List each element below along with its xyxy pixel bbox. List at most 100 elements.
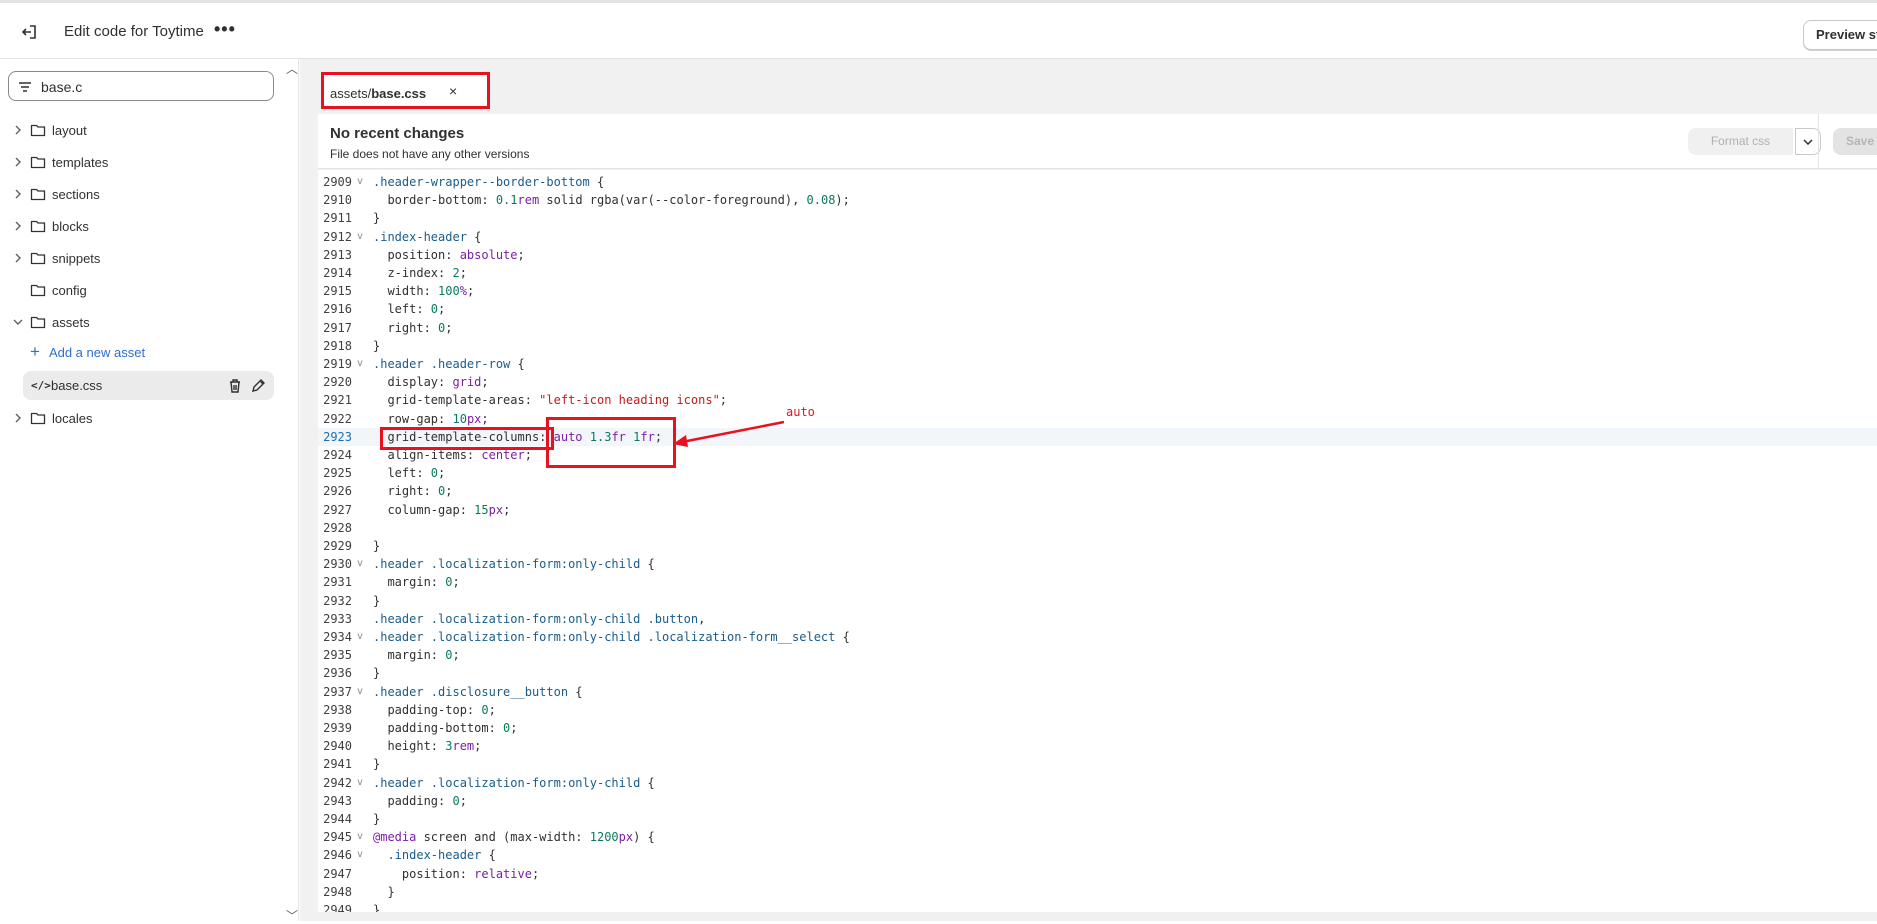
code-line[interactable]: 2948 } bbox=[318, 883, 1877, 901]
sidebar-item-locales[interactable]: locales bbox=[0, 404, 280, 432]
code-text: padding-top: 0; bbox=[373, 702, 496, 717]
code-line[interactable]: 2915 width: 100%; bbox=[318, 282, 1877, 300]
horizontal-scrollbar[interactable] bbox=[318, 912, 1877, 921]
code-line[interactable]: 2932} bbox=[318, 592, 1877, 610]
fold-icon[interactable]: v bbox=[357, 173, 363, 191]
code-line[interactable]: 2930 v .header .localization-form:only-chi… bbox=[318, 555, 1877, 573]
code-line[interactable]: 2926 right: 0; bbox=[318, 482, 1877, 500]
code-line[interactable]: 2933 .header .localization-form:only-chil… bbox=[318, 610, 1877, 628]
preview-store-button[interactable]: Preview sto bbox=[1803, 20, 1877, 50]
fold-icon[interactable]: v bbox=[357, 555, 363, 573]
folder-icon bbox=[30, 187, 46, 201]
code-editor[interactable]: 2909 v .header-wrapper--border-bottom {291… bbox=[318, 170, 1877, 912]
code-line[interactable]: 2944} bbox=[318, 810, 1877, 828]
fold-icon[interactable]: v bbox=[357, 774, 363, 792]
code-line[interactable]: 2945 v @media screen and (max-width: 1200p… bbox=[318, 828, 1877, 846]
save-button[interactable]: Save bbox=[1833, 128, 1877, 155]
code-line[interactable]: 2918} bbox=[318, 337, 1877, 355]
code-text: } bbox=[373, 666, 381, 681]
version-info-bar: No recent changes File does not have any… bbox=[318, 114, 1877, 169]
exit-icon[interactable] bbox=[18, 21, 40, 43]
code-line[interactable]: 2941} bbox=[318, 755, 1877, 773]
line-number: 2935 bbox=[323, 648, 352, 663]
line-number: 2943 bbox=[323, 793, 352, 808]
code-text: left: 0; bbox=[373, 466, 446, 481]
code-line[interactable]: 2909 v .header-wrapper--border-bottom { bbox=[318, 173, 1877, 191]
fold-icon[interactable]: v bbox=[357, 228, 363, 246]
code-line[interactable]: 2949} bbox=[318, 901, 1877, 912]
code-line[interactable]: 2927 column-gap: 15px; bbox=[318, 501, 1877, 519]
sidebar-item-layout[interactable]: layout bbox=[0, 116, 280, 144]
add-asset-label: Add a new asset bbox=[48, 344, 146, 360]
trash-icon[interactable] bbox=[228, 378, 242, 398]
code-line[interactable]: 2940 height: 3rem; bbox=[318, 737, 1877, 755]
changes-heading: No recent changes bbox=[330, 125, 465, 142]
search-input[interactable] bbox=[39, 76, 263, 98]
sidebar-item-sections[interactable]: sections bbox=[0, 180, 280, 208]
sidebar-item-blocks[interactable]: blocks bbox=[0, 212, 280, 240]
code-line[interactable]: 2913 position: absolute; bbox=[318, 246, 1877, 264]
code-line[interactable]: 2917 right: 0; bbox=[318, 319, 1877, 337]
chevron-right-icon[interactable] bbox=[12, 124, 24, 136]
scroll-up-icon[interactable]: ︿ bbox=[286, 60, 298, 77]
chevron-right-icon[interactable] bbox=[12, 156, 24, 168]
fold-icon[interactable]: v bbox=[357, 846, 363, 864]
code-line[interactable]: 2938 padding-top: 0; bbox=[318, 701, 1877, 719]
code-text: height: 3rem; bbox=[373, 739, 482, 754]
code-line[interactable]: 2931 margin: 0; bbox=[318, 573, 1877, 591]
sidebar-item-snippets[interactable]: snippets bbox=[0, 244, 280, 272]
code-line[interactable]: 2947 position: relative; bbox=[318, 865, 1877, 883]
code-line[interactable]: 2929} bbox=[318, 537, 1877, 555]
folder-icon bbox=[30, 123, 46, 137]
folder-icon bbox=[30, 411, 46, 425]
format-css-button[interactable]: Format css bbox=[1688, 128, 1793, 155]
chevron-down-icon[interactable] bbox=[12, 316, 24, 328]
code-line[interactable]: 2920 display: grid; bbox=[318, 373, 1877, 391]
code-line[interactable]: 2928 bbox=[318, 519, 1877, 537]
annotation-arrow bbox=[673, 420, 785, 447]
code-line[interactable]: 2946 v .index-header { bbox=[318, 846, 1877, 864]
fold-icon[interactable]: v bbox=[357, 828, 363, 846]
code-line[interactable]: 2936} bbox=[318, 664, 1877, 682]
more-actions-icon[interactable]: ••• bbox=[214, 19, 236, 40]
folder-icon bbox=[30, 219, 46, 233]
code-line[interactable]: 2939 padding-bottom: 0; bbox=[318, 719, 1877, 737]
pencil-icon[interactable] bbox=[251, 378, 266, 398]
toolbar-divider bbox=[1818, 114, 1819, 169]
add-asset-link[interactable]: + Add a new asset bbox=[30, 342, 145, 362]
code-line[interactable]: 2942 v .header .localization-form:only-chi… bbox=[318, 774, 1877, 792]
sidebar-item-label: assets bbox=[52, 314, 90, 330]
code-line[interactable]: 2921 grid-template-areas: "left-icon hea… bbox=[318, 391, 1877, 409]
code-line[interactable]: 2912 v .index-header { bbox=[318, 228, 1877, 246]
code-line[interactable]: 2943 padding: 0; bbox=[318, 792, 1877, 810]
file-search bbox=[8, 71, 274, 101]
sidebar-item-templates[interactable]: templates bbox=[0, 148, 280, 176]
code-line[interactable]: 2937 v .header .disclosure__button { bbox=[318, 683, 1877, 701]
sidebar-item-assets[interactable]: assets bbox=[0, 308, 280, 336]
line-number: 2938 bbox=[323, 702, 352, 717]
code-text: grid-template-areas: "left-icon heading … bbox=[373, 393, 728, 408]
line-number: 2927 bbox=[323, 502, 352, 517]
fold-icon[interactable]: v bbox=[357, 628, 363, 646]
chevron-right-icon[interactable] bbox=[12, 412, 24, 424]
code-text: } bbox=[373, 903, 381, 912]
chevron-right-icon[interactable] bbox=[12, 188, 24, 200]
chevron-right-icon[interactable] bbox=[12, 252, 24, 264]
code-line[interactable]: 2934 v .header .localization-form:only-chi… bbox=[318, 628, 1877, 646]
sidebar-item-config[interactable]: config bbox=[0, 276, 280, 304]
line-highlight-box bbox=[380, 427, 554, 450]
fold-icon[interactable]: v bbox=[357, 355, 363, 373]
code-line[interactable]: 2914 z-index: 2; bbox=[318, 264, 1877, 282]
code-line[interactable]: 2919 v .header .header-row { bbox=[318, 355, 1877, 373]
chevron-right-icon[interactable] bbox=[12, 220, 24, 232]
line-number: 2922 bbox=[323, 411, 352, 426]
code-line[interactable]: 2910 border-bottom: 0.1rem solid rgba(va… bbox=[318, 191, 1877, 209]
code-line[interactable]: 2911} bbox=[318, 209, 1877, 227]
line-number: 2929 bbox=[323, 539, 352, 553]
fold-icon[interactable]: v bbox=[357, 683, 363, 701]
code-text: } bbox=[373, 211, 381, 226]
scroll-down-icon[interactable]: ﹀ bbox=[286, 907, 298, 924]
file-item-base-css[interactable]: </> base.css bbox=[23, 371, 274, 400]
code-line[interactable]: 2935 margin: 0; bbox=[318, 646, 1877, 664]
code-line[interactable]: 2916 left: 0; bbox=[318, 300, 1877, 318]
